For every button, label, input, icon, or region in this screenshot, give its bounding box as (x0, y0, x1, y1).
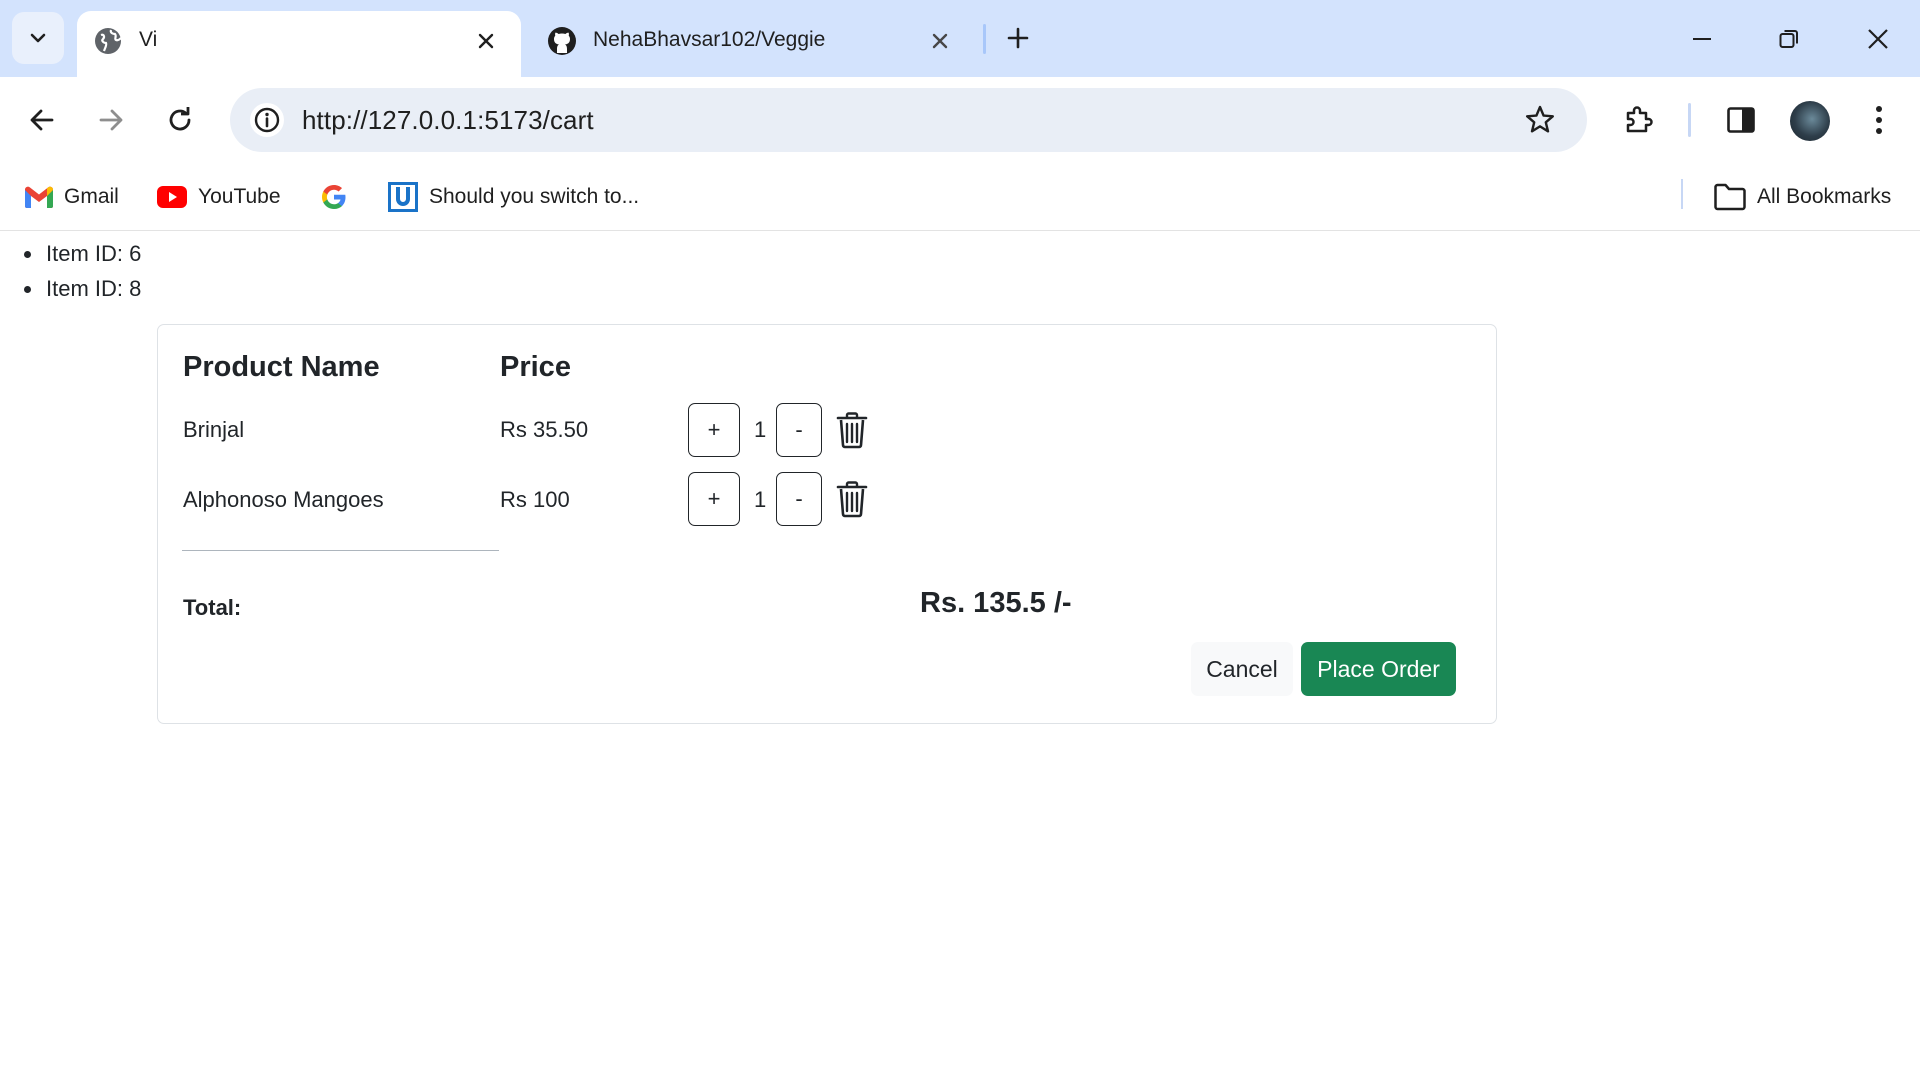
new-tab-button[interactable] (998, 18, 1038, 58)
forward-button[interactable] (88, 97, 134, 143)
tab-separator (983, 24, 986, 54)
bookmarks-bar: Gmail YouTube Should you switch to... Al… (0, 163, 1920, 231)
toolbar-divider (1688, 103, 1691, 137)
product-price: Rs 35.50 (500, 417, 589, 442)
tab-github[interactable]: NehaBhavsar102/Veggie (531, 11, 975, 77)
browser-toolbar: http://127.0.0.1:5173/cart (0, 77, 1920, 163)
github-icon (548, 27, 576, 55)
all-bookmarks-button[interactable]: All Bookmarks (1713, 177, 1891, 217)
trash-icon[interactable] (835, 480, 869, 518)
folder-icon (1714, 183, 1746, 211)
all-bookmarks-label: All Bookmarks (1757, 185, 1892, 208)
tab-search-button[interactable] (12, 12, 64, 64)
restore-icon (1779, 30, 1798, 48)
list-item: Item ID: 8 (22, 271, 141, 306)
close-window-button[interactable] (1853, 14, 1903, 64)
cancel-button[interactable]: Cancel (1191, 642, 1293, 696)
tab-strip: Vi NehaBhavsar102/Veggie (0, 0, 1920, 77)
bookmark-label: Gmail (64, 185, 119, 208)
tab-title: Vi (139, 28, 158, 51)
quantity-value: 1 (754, 417, 767, 442)
arrow-left-icon (30, 109, 54, 131)
bookmark-label: YouTube (198, 185, 281, 208)
puzzle-icon (1626, 106, 1653, 133)
bookmark-should-you-switch[interactable]: Should you switch to... (387, 177, 639, 217)
address-bar[interactable]: http://127.0.0.1:5173/cart (230, 88, 1587, 152)
place-order-button[interactable]: Place Order (1301, 642, 1456, 696)
plus-icon (1007, 27, 1029, 49)
quantity-value: 1 (754, 487, 767, 512)
total-value: Rs. 135.5 /- (920, 587, 1072, 619)
cart-card: Product Name Price Brinjal Rs 35.50 + 1 … (157, 324, 1497, 724)
browser-menu-button[interactable] (1857, 98, 1901, 142)
tab-title: NehaBhavsar102/Veggie (593, 28, 826, 51)
item-id-list: Item ID: 6 Item ID: 8 (22, 236, 141, 306)
youtube-icon (157, 186, 187, 208)
bookmark-gmail[interactable]: Gmail (24, 177, 119, 217)
close-tab-icon[interactable] (925, 26, 955, 56)
back-button[interactable] (19, 97, 65, 143)
side-panel-icon (1727, 107, 1755, 133)
price-header: Price (500, 351, 571, 383)
tab-vi[interactable]: Vi (77, 11, 521, 77)
page-content: Item ID: 6 Item ID: 8 Product Name Price… (0, 232, 1920, 1080)
bookmark-label: Should you switch to... (429, 185, 640, 208)
chevron-down-icon (30, 33, 46, 43)
close-icon (1868, 29, 1888, 49)
gmail-icon (24, 186, 54, 208)
reload-icon (169, 107, 191, 131)
divider (182, 550, 499, 551)
minimize-icon (1693, 38, 1711, 40)
bookmark-google[interactable] (320, 177, 358, 217)
increase-qty-button[interactable]: + (688, 403, 740, 457)
more-vert-icon (1876, 106, 1882, 134)
profile-avatar[interactable] (1790, 101, 1830, 141)
url-text[interactable]: http://127.0.0.1:5173/cart (302, 105, 594, 136)
increase-qty-button[interactable]: + (688, 472, 740, 526)
close-tab-icon[interactable] (471, 26, 501, 56)
product-name: Alphonoso Mangoes (183, 487, 384, 512)
product-name: Brinjal (183, 417, 245, 442)
reload-button[interactable] (157, 97, 203, 143)
product-price: Rs 100 (500, 487, 570, 512)
bookmark-star-icon[interactable] (1523, 103, 1557, 137)
extensions-button[interactable] (1616, 98, 1660, 142)
site-info-icon[interactable] (250, 103, 284, 137)
product-name-header: Product Name (183, 351, 380, 383)
restore-button[interactable] (1764, 14, 1814, 64)
globe-icon (95, 28, 122, 54)
u-logo-icon (388, 182, 418, 212)
trash-icon[interactable] (835, 411, 869, 449)
google-icon (322, 185, 346, 209)
list-item: Item ID: 6 (22, 236, 141, 271)
arrow-right-icon (99, 109, 123, 131)
decrease-qty-button[interactable]: - (776, 403, 822, 457)
side-panel-button[interactable] (1719, 98, 1763, 142)
bookmark-youtube[interactable]: YouTube (156, 177, 281, 217)
bookmarks-divider (1681, 179, 1683, 209)
decrease-qty-button[interactable]: - (776, 472, 822, 526)
total-label: Total: (183, 595, 242, 620)
minimize-button[interactable] (1677, 14, 1727, 64)
